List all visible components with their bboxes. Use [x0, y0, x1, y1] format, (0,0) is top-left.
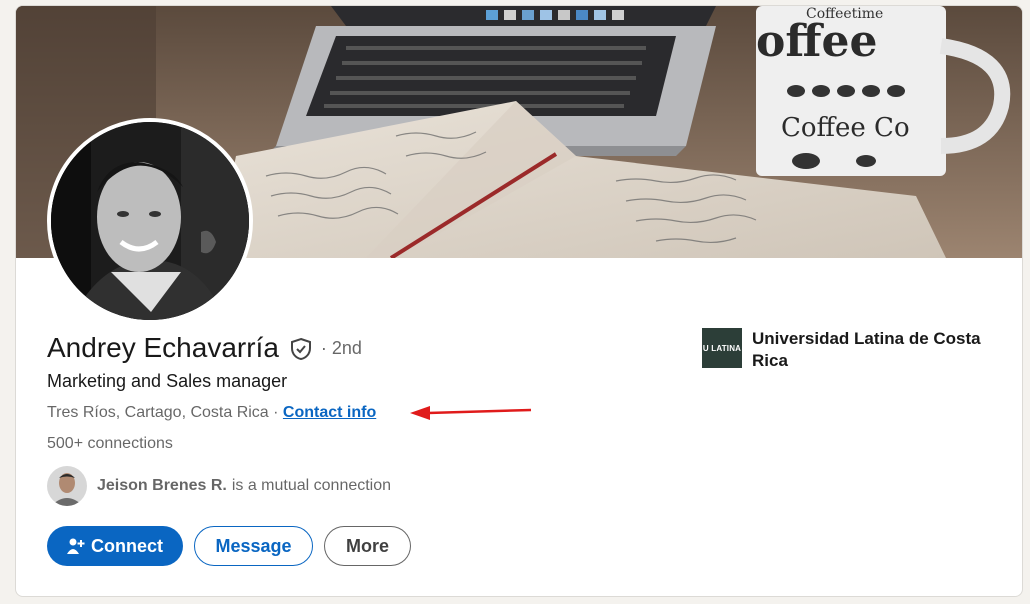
connection-degree: · 2nd — [320, 337, 362, 358]
profile-card: Coffeetime offee Coffee Co Andrey Echava… — [15, 5, 1023, 597]
mutual-name[interactable]: Jeison Brenes R. — [97, 477, 227, 495]
profile-location-row: Tres Ríos, Cartago, Costa Rica · Contact… — [47, 404, 376, 422]
university-name[interactable]: Universidad Latina de Costa Rica — [752, 328, 982, 372]
profile-name: Andrey Echavarría — [47, 332, 279, 363]
profile-avatar[interactable] — [47, 118, 253, 324]
connections-count[interactable]: 500+ connections — [47, 435, 173, 453]
contact-info-link[interactable]: Contact info — [283, 404, 376, 421]
profile-headline: Marketing and Sales manager — [47, 371, 288, 391]
more-button[interactable]: More — [324, 526, 411, 566]
mutual-avatar[interactable] — [47, 466, 87, 506]
profile-name-row: Andrey Echavarría · 2nd — [47, 332, 362, 364]
shield-check-icon[interactable] — [289, 336, 313, 361]
university-logo: U LATINA — [702, 328, 742, 368]
education-entry[interactable]: U LATINA Universidad Latina de Costa Ric… — [702, 328, 982, 372]
connect-label: Connect — [91, 535, 163, 556]
mutual-suffix: is a mutual connection — [231, 477, 392, 494]
more-label: More — [345, 535, 389, 556]
annotation-arrow-icon — [410, 406, 532, 420]
location-separator: · — [268, 404, 283, 421]
profile-location: Tres Ríos, Cartago, Costa Rica — [47, 404, 269, 421]
message-label: Message — [215, 535, 292, 556]
connect-button[interactable]: Connect — [47, 526, 183, 566]
profile-photo — [51, 122, 249, 320]
mug-text-offee: offee — [756, 16, 877, 67]
university-logo-text: U LATINA — [702, 343, 742, 353]
message-button[interactable]: Message — [194, 526, 313, 566]
mug-text-coffee-co: Coffee Co — [781, 113, 910, 143]
add-person-icon — [67, 537, 85, 555]
mutual-connection[interactable]: Jeison Brenes R. is a mutual connection — [47, 466, 391, 506]
